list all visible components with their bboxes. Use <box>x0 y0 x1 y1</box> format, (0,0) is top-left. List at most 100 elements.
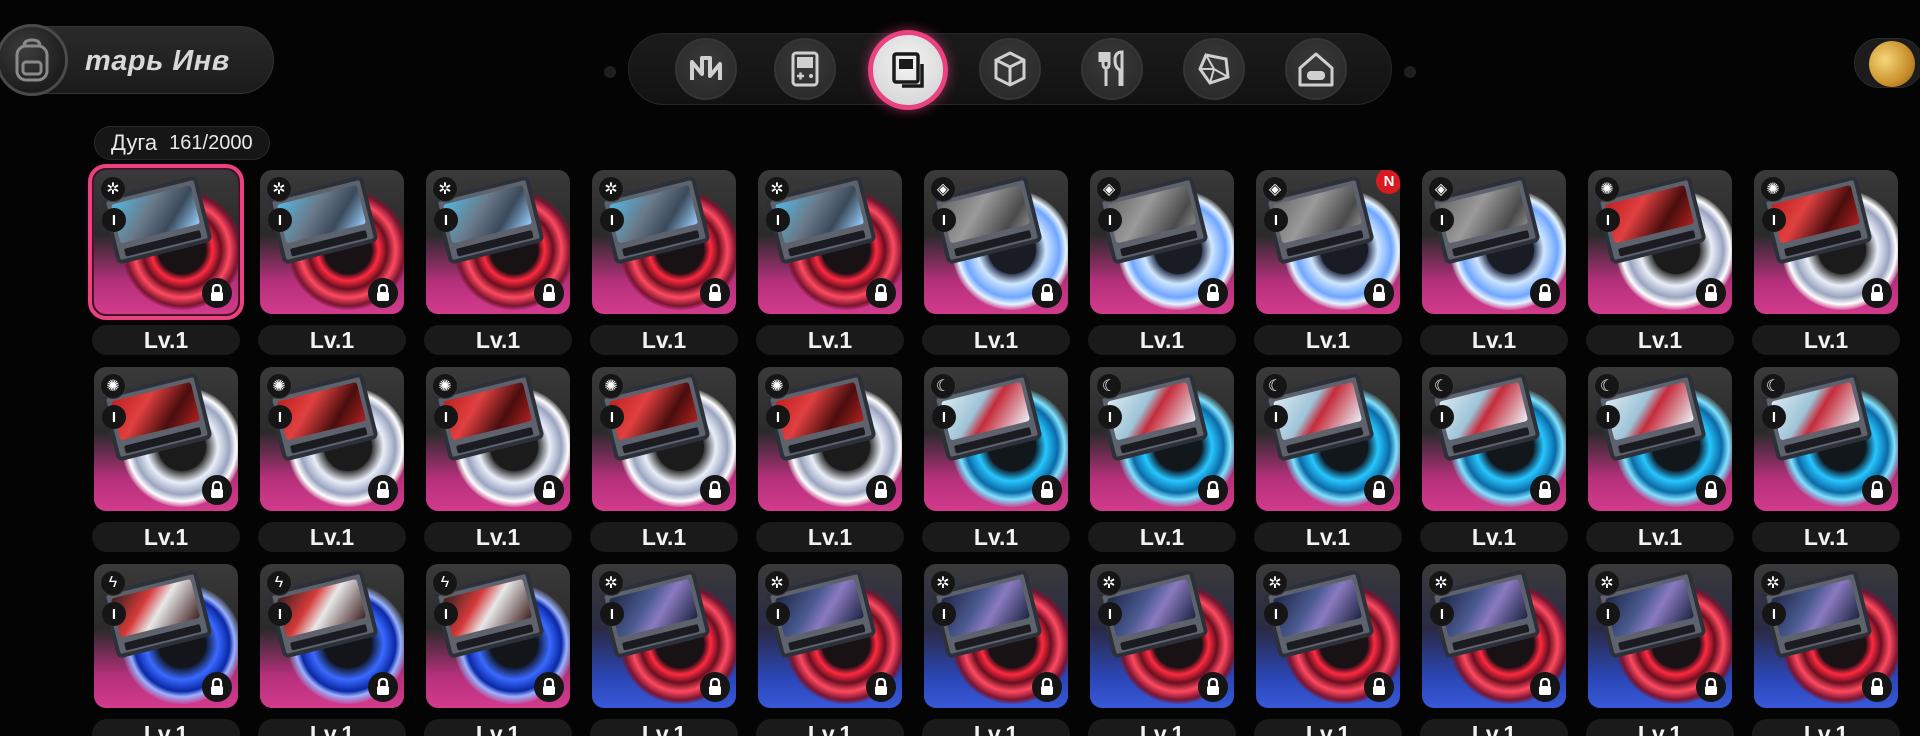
cartridge-card[interactable]: ✲ I <box>592 170 736 314</box>
lock-icon[interactable] <box>202 475 232 505</box>
rank-badge: I <box>1264 405 1288 429</box>
cartridge-card[interactable]: ϟI <box>94 564 238 708</box>
rank-badge: I <box>434 602 458 626</box>
cartridge-card[interactable]: ✲ I <box>1754 564 1898 708</box>
tab-crystals[interactable] <box>1183 38 1245 100</box>
cartridge-card[interactable]: ✺ I <box>758 367 902 511</box>
rank-badge: I <box>268 602 292 626</box>
house-gamepad-icon <box>1298 52 1334 87</box>
cartridge-card[interactable]: ✺ I <box>592 367 736 511</box>
cartridge-card[interactable]: ☾ I <box>1754 367 1898 511</box>
level-label: Lv.1 <box>922 325 1070 355</box>
tab-food[interactable] <box>1081 38 1143 100</box>
rank-badge: I <box>434 208 458 232</box>
cartridge-card[interactable]: ✲ I <box>1422 564 1566 708</box>
lock-icon[interactable] <box>700 672 730 702</box>
cartridge-card[interactable]: ✺ I <box>94 367 238 511</box>
lock-icon[interactable] <box>368 278 398 308</box>
level-label: Lv.1 <box>258 522 406 552</box>
cartridge-card[interactable]: ◈ I <box>924 170 1068 314</box>
rank-badge: I <box>1264 602 1288 626</box>
cartridge-card[interactable]: ✲ I <box>758 564 902 708</box>
lock-icon[interactable] <box>866 475 896 505</box>
lock-icon[interactable] <box>1364 278 1394 308</box>
gear-attribute-icon: ✲ <box>1096 570 1122 596</box>
lock-icon[interactable] <box>1696 672 1726 702</box>
lock-icon[interactable] <box>534 475 564 505</box>
cartridge-card[interactable]: ✲ I <box>88 164 244 320</box>
lock-icon[interactable] <box>534 672 564 702</box>
cartridge-card[interactable]: ☾ I <box>1588 367 1732 511</box>
gear-attribute-icon: ✲ <box>764 176 790 202</box>
cartridge-card[interactable]: ✲ I <box>924 564 1068 708</box>
backpack-icon <box>15 38 49 82</box>
cartridge-card[interactable]: ☾ I <box>1256 367 1400 511</box>
lock-icon[interactable] <box>1198 278 1228 308</box>
lock-icon[interactable] <box>1862 475 1892 505</box>
cartridge-card[interactable]: ✲ I <box>260 170 404 314</box>
lock-icon[interactable] <box>534 278 564 308</box>
cartridge-card[interactable]: ✺ I <box>260 367 404 511</box>
lock-icon[interactable] <box>700 475 730 505</box>
tab-cartridges[interactable] <box>868 30 948 110</box>
cartridge-card[interactable]: ϟI <box>260 564 404 708</box>
tab-devices[interactable] <box>774 38 836 100</box>
lock-icon[interactable] <box>1530 278 1560 308</box>
cartridge-card[interactable]: ✲ I <box>426 170 570 314</box>
moon-attribute-icon: ☾ <box>1262 373 1288 399</box>
cartridge-card[interactable]: ◈ I <box>1090 170 1234 314</box>
counter-label: Дуга <box>111 130 158 155</box>
lock-icon[interactable] <box>1862 672 1892 702</box>
gear-attribute-icon: ✲ <box>432 176 458 202</box>
lock-icon[interactable] <box>1862 278 1892 308</box>
currency-button[interactable] <box>1854 38 1920 88</box>
lock-icon[interactable] <box>1364 672 1394 702</box>
lock-icon[interactable] <box>1364 475 1394 505</box>
cartridge-card[interactable]: ✺ I <box>426 367 570 511</box>
lock-icon[interactable] <box>202 278 232 308</box>
cartridge-card[interactable]: ◈ I N <box>1256 170 1400 314</box>
rank-badge: I <box>1762 602 1786 626</box>
lock-icon[interactable] <box>1198 672 1228 702</box>
cartridge-card[interactable]: ✲ I <box>1090 564 1234 708</box>
cartridge-card[interactable]: ✲ I <box>758 170 902 314</box>
counter-value: 161/2000 <box>169 131 253 154</box>
level-label: Lv.1 <box>756 325 904 355</box>
cartridge-card[interactable]: ✺ I <box>1588 170 1732 314</box>
cartridge-card[interactable]: ☾ I <box>1090 367 1234 511</box>
lock-icon[interactable] <box>866 278 896 308</box>
tab-home-items[interactable] <box>1285 38 1347 100</box>
cartridge-card[interactable]: ϟI <box>426 564 570 708</box>
cartridge-card[interactable]: ◈ I <box>1422 170 1566 314</box>
tab-materials[interactable] <box>979 38 1041 100</box>
cartridge-card[interactable]: ✺ I <box>1754 170 1898 314</box>
lock-icon[interactable] <box>1696 475 1726 505</box>
lock-icon[interactable] <box>1032 278 1062 308</box>
n-logo-icon <box>690 56 722 80</box>
tab-agents[interactable] <box>675 38 737 100</box>
cartridge-card[interactable]: ☾ I <box>1422 367 1566 511</box>
lock-icon[interactable] <box>1198 475 1228 505</box>
rank-badge: I <box>1098 405 1122 429</box>
lock-icon[interactable] <box>1530 672 1560 702</box>
lock-icon[interactable] <box>1032 475 1062 505</box>
lock-icon[interactable] <box>368 672 398 702</box>
lock-icon[interactable] <box>866 672 896 702</box>
cartridge-card[interactable]: ✲ I <box>1588 564 1732 708</box>
lock-icon[interactable] <box>1032 672 1062 702</box>
level-label: Lv.1 <box>1088 325 1236 355</box>
lock-icon[interactable] <box>368 475 398 505</box>
cartridge-card[interactable]: ✲ I <box>1256 564 1400 708</box>
cartridge-card[interactable]: ☾ I <box>924 367 1068 511</box>
rank-badge: I <box>932 602 956 626</box>
rank-badge: I <box>1596 208 1620 232</box>
level-label: Lv.1 <box>756 522 904 552</box>
lock-icon[interactable] <box>1530 475 1560 505</box>
level-label: Lv.1 <box>922 719 1070 736</box>
lock-icon[interactable] <box>700 278 730 308</box>
lock-icon[interactable] <box>202 672 232 702</box>
lock-icon[interactable] <box>1696 278 1726 308</box>
gear-attribute-icon: ✲ <box>1262 570 1288 596</box>
rank-badge: I <box>434 405 458 429</box>
cartridge-card[interactable]: ✲ I <box>592 564 736 708</box>
